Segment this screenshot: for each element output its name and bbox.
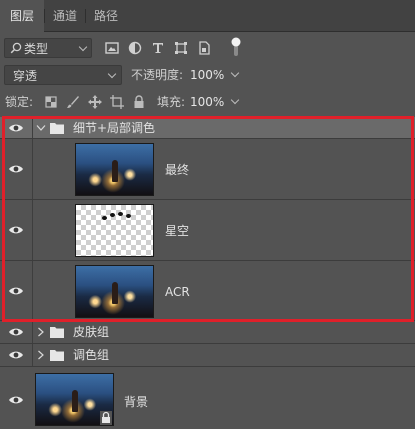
chevron-down-icon[interactable] <box>230 68 240 78</box>
eye-icon[interactable] <box>8 392 24 408</box>
chevron-down-icon[interactable] <box>230 95 240 105</box>
layer-filter-dropdown[interactable]: 类型 <box>4 38 92 58</box>
image-filter-icon[interactable] <box>104 40 120 56</box>
layer-row-background[interactable]: 背景 <box>0 367 415 429</box>
layer-row-group-detail[interactable]: 细节+局部调色 <box>0 117 415 139</box>
lock-position-icon[interactable] <box>87 94 103 110</box>
layer-row-final[interactable]: 最终 <box>0 139 415 200</box>
shape-filter-icon[interactable] <box>173 40 189 56</box>
eye-icon[interactable] <box>8 161 24 177</box>
mask-dot <box>102 216 107 220</box>
visibility-column-divider <box>32 117 33 138</box>
smart-object-filter-icon[interactable] <box>196 40 212 56</box>
layer-thumbnail <box>75 265 154 318</box>
eye-icon[interactable] <box>8 347 24 363</box>
chevron-down-icon <box>78 42 88 52</box>
panel-tab-bar: 图层 通道 路径 <box>0 0 415 32</box>
visibility-column-divider <box>32 344 33 366</box>
tab-paths[interactable]: 路径 <box>86 0 126 32</box>
visibility-column-divider <box>32 321 33 343</box>
eye-icon[interactable] <box>8 324 24 340</box>
opacity-value[interactable]: 100% <box>190 67 224 83</box>
visibility-column-divider <box>32 261 33 320</box>
person-silhouette <box>72 390 78 412</box>
visibility-column-divider <box>32 200 33 260</box>
adjustment-filter-icon[interactable] <box>127 40 143 56</box>
layer-name: 皮肤组 <box>73 325 110 339</box>
lock-icon <box>100 411 112 425</box>
eye-icon[interactable] <box>8 120 24 136</box>
lock-label: 锁定: <box>5 95 34 109</box>
chevron-right-icon[interactable] <box>37 327 45 337</box>
search-icon <box>10 42 22 54</box>
person-silhouette <box>112 160 118 182</box>
fill-label: 填充: <box>157 95 186 109</box>
fill-value[interactable]: 100% <box>190 94 224 110</box>
layer-row-group-color[interactable]: 调色组 <box>0 344 415 367</box>
chevron-down-icon <box>107 69 117 79</box>
chevron-right-icon[interactable] <box>37 350 45 360</box>
blend-mode-dropdown[interactable]: 穿透 <box>4 65 122 85</box>
eye-icon[interactable] <box>8 283 24 299</box>
type-filter-icon[interactable] <box>150 40 166 56</box>
tab-channels[interactable]: 通道 <box>45 0 85 32</box>
lock-transparent-icon[interactable] <box>43 94 59 110</box>
chevron-down-icon[interactable] <box>36 124 46 132</box>
lock-all-icon[interactable] <box>131 94 147 110</box>
layer-name: 最终 <box>165 163 190 177</box>
folder-icon <box>50 123 64 134</box>
mask-dot <box>118 212 123 216</box>
layer-name: 调色组 <box>73 348 110 362</box>
layers-list: 细节+局部调色 最终 星空 ACR 皮肤组 调色组 背景 <box>0 117 415 429</box>
lock-artboard-icon[interactable] <box>109 94 125 110</box>
person-silhouette <box>112 282 118 304</box>
folder-icon <box>50 327 64 338</box>
filter-kind-label: 类型 <box>24 42 49 56</box>
blend-mode-value: 穿透 <box>13 69 38 83</box>
layer-name: 背景 <box>124 395 149 409</box>
layer-row-acr[interactable]: ACR <box>0 261 415 321</box>
eye-icon[interactable] <box>8 222 24 238</box>
tab-layers[interactable]: 图层 <box>0 0 44 32</box>
filter-toggle-icon[interactable] <box>228 36 244 58</box>
layer-thumbnail <box>75 143 154 196</box>
opacity-label: 不透明度: <box>131 68 184 82</box>
layer-name: 星空 <box>165 224 190 238</box>
folder-icon <box>50 350 64 361</box>
visibility-column-divider <box>32 139 33 199</box>
layer-name: 细节+局部调色 <box>73 121 156 135</box>
layer-row-group-skin[interactable]: 皮肤组 <box>0 321 415 344</box>
mask-dot <box>126 214 131 218</box>
mask-dot <box>110 213 115 217</box>
layer-name: ACR <box>165 285 190 299</box>
layer-thumbnail <box>75 204 154 257</box>
layer-row-starry-sky[interactable]: 星空 <box>0 200 415 261</box>
lock-image-icon[interactable] <box>65 94 81 110</box>
